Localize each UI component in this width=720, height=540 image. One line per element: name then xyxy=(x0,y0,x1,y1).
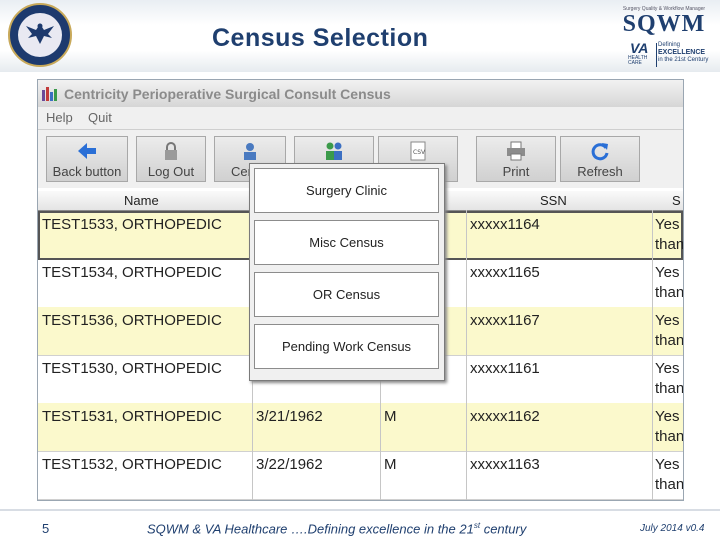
refresh-button[interactable]: Refresh xyxy=(560,136,640,182)
people-icon xyxy=(326,142,342,160)
excellence-text: Defining EXCELLENCE in the 21st Century xyxy=(658,42,709,63)
back-button[interactable]: Back button xyxy=(46,136,128,182)
cell-status: Yes xyxy=(655,216,680,233)
table-row[interactable]: TEST1532, ORTHOPEDIC 3/22/1962 M xxxxx11… xyxy=(38,451,683,500)
cell-dob: 3/22/1962 xyxy=(256,456,323,473)
cell-name: TEST1533, ORTHOPEDIC xyxy=(42,216,222,233)
cell-name: TEST1530, ORTHOPEDIC xyxy=(42,360,222,377)
cell-ssn: xxxxx1164 xyxy=(470,216,540,233)
menu-help[interactable]: Help xyxy=(46,110,73,125)
census-selection-menu: Surgery Clinic Misc Census OR Census Pen… xyxy=(249,163,445,381)
window-title: Centricity Perioperative Surgical Consul… xyxy=(64,86,391,102)
cell-status: Yes xyxy=(655,360,680,377)
column-header-ssn[interactable]: SSN xyxy=(540,193,567,208)
menu-bar: Help Quit xyxy=(38,107,683,129)
cell-status: Yes xyxy=(655,456,680,473)
window-titlebar[interactable]: Centricity Perioperative Surgical Consul… xyxy=(38,80,683,107)
misc-census-button[interactable]: Misc Census xyxy=(254,220,439,265)
footer-divider xyxy=(0,509,720,511)
footer-text: SQWM & VA Healthcare ….Defining excellen… xyxy=(147,521,527,537)
slide-title: Census Selection xyxy=(212,24,429,52)
va-mark: VA xyxy=(630,40,649,56)
census-icon xyxy=(244,143,256,160)
cell-ssn: xxxxx1161 xyxy=(470,360,540,377)
cell-status: Yes xyxy=(655,312,680,329)
surgery-clinic-button[interactable]: Surgery Clinic xyxy=(254,168,439,213)
back-arrow-icon xyxy=(78,143,96,159)
cell-ssn: xxxxx1163 xyxy=(470,456,540,473)
cell-status-detail: than xyxy=(655,476,683,493)
eagle-icon xyxy=(26,23,54,44)
printer-icon xyxy=(507,141,525,161)
page-number: 5 xyxy=(42,521,50,536)
column-divider xyxy=(652,210,653,500)
log-out-button[interactable]: Log Out xyxy=(136,136,206,182)
sqwm-logo: Surgery Quality & Workflow Manager SQWM … xyxy=(612,4,716,70)
cell-status-detail: than xyxy=(655,380,683,397)
svg-text:CSV: CSV xyxy=(413,149,426,156)
cell-name: TEST1532, ORTHOPEDIC xyxy=(42,456,222,473)
cell-ssn: xxxxx1162 xyxy=(470,408,540,425)
csv-icon: CSV xyxy=(410,141,426,161)
cell-name: TEST1536, ORTHOPEDIC xyxy=(42,312,222,329)
table-row[interactable]: TEST1531, ORTHOPEDIC 3/21/1962 M xxxxx11… xyxy=(38,403,683,452)
footer-date: July 2014 v0.4 xyxy=(640,523,705,534)
cell-name: TEST1531, ORTHOPEDIC xyxy=(42,408,222,425)
slide-header: Census Selection Surgery Quality & Workf… xyxy=(0,0,720,72)
lock-icon xyxy=(165,142,177,160)
column-header-status[interactable]: S xyxy=(672,193,681,208)
column-divider xyxy=(466,210,467,500)
refresh-icon xyxy=(591,143,609,161)
cell-sex: M xyxy=(384,456,397,473)
cell-sex: M xyxy=(384,408,397,425)
cell-status: Yes xyxy=(655,264,680,281)
cell-name: TEST1534, ORTHOPEDIC xyxy=(42,264,222,281)
va-subtitle: HEALTH CARE xyxy=(628,55,648,66)
menu-quit[interactable]: Quit xyxy=(88,110,112,125)
cell-ssn: xxxxx1165 xyxy=(470,264,540,281)
app-icon xyxy=(42,87,57,101)
cell-status-detail: than xyxy=(655,236,683,253)
cell-status-detail: than xyxy=(655,332,683,349)
cell-dob: 3/21/1962 xyxy=(256,408,323,425)
print-button[interactable]: Print xyxy=(476,136,556,182)
va-seal-logo xyxy=(8,3,72,67)
cell-ssn: xxxxx1167 xyxy=(470,312,540,329)
cell-status: Yes xyxy=(655,408,680,425)
cell-status-detail: than xyxy=(655,284,683,301)
or-census-button[interactable]: OR Census xyxy=(254,272,439,317)
column-header-name[interactable]: Name xyxy=(124,193,159,208)
pending-work-census-button[interactable]: Pending Work Census xyxy=(254,324,439,369)
brand-name: SQWM xyxy=(622,11,706,37)
cell-status-detail: than xyxy=(655,428,683,445)
